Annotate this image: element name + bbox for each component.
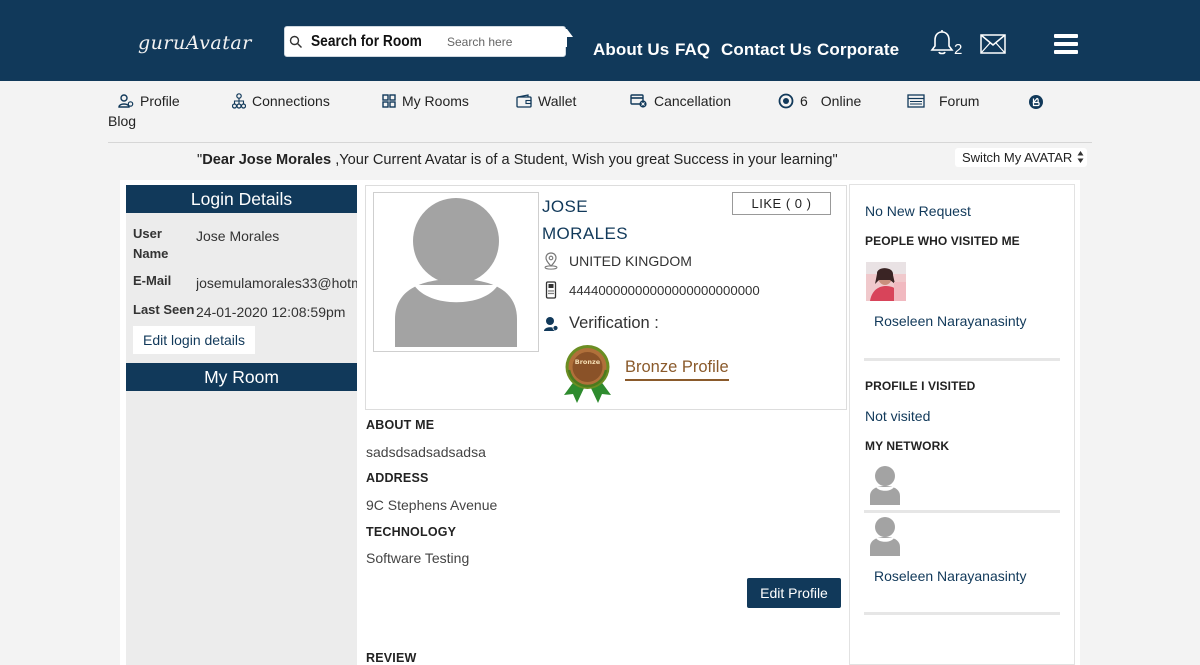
profile-icon	[118, 94, 134, 108]
medal-text: Bronze	[575, 358, 601, 366]
sub-navbar: Profile Connections My Rooms Wallet Canc…	[108, 81, 1092, 143]
right-column	[849, 184, 1075, 665]
country-value: UNITED KINGDOM	[569, 253, 692, 269]
greeting-name: Dear Jose Morales	[202, 152, 332, 168]
menu-icon[interactable]	[1054, 34, 1078, 54]
select-arrows-icon	[1077, 151, 1084, 163]
greeting-message: ,Your Current Avatar is of a Student, Wi…	[331, 152, 838, 168]
technology-value: Software Testing	[366, 550, 470, 566]
subnav-online-label: Online	[820, 93, 862, 109]
online-icon	[778, 93, 794, 109]
switch-avatar-label: Switch My AVATAR	[962, 150, 1073, 165]
review-heading: REVIEW	[366, 651, 417, 665]
nav-faq[interactable]: FAQ	[675, 40, 710, 60]
cancellation-icon	[630, 94, 647, 108]
user-name-label-line1: User	[133, 226, 162, 241]
visitor-avatar[interactable]	[866, 262, 906, 301]
people-visited-me-heading: PEOPLE WHO VISITED ME	[865, 234, 1020, 248]
subnav-connections[interactable]: Connections	[232, 93, 330, 109]
address-heading: ADDRESS	[366, 471, 429, 485]
rooms-icon	[382, 94, 396, 108]
phone-value: 44440000000000000000000000	[569, 282, 760, 298]
verification-row: Verification :	[544, 314, 659, 333]
switch-avatar-select[interactable]: Switch My AVATAR	[955, 148, 1087, 167]
subnav-cancellation-label: Cancellation	[654, 93, 732, 109]
subnav-wallet[interactable]: Wallet	[516, 93, 576, 109]
user-name-value: Jose Morales	[196, 228, 280, 244]
search-input[interactable]	[447, 31, 559, 53]
connections-icon	[232, 93, 246, 109]
profile-first-name: JOSE	[542, 197, 589, 216]
divider	[864, 358, 1060, 361]
mail-icon[interactable]	[980, 34, 1006, 54]
subnav-forum[interactable]: Forum	[907, 93, 979, 109]
technology-heading: TECHNOLOGY	[366, 525, 457, 539]
subnav-cancellation[interactable]: Cancellation	[630, 93, 731, 109]
subnav-my-rooms-label: My Rooms	[402, 93, 469, 109]
about-me-value: sadsdsadsadsadsa	[366, 444, 486, 460]
site-logo[interactable]: guruAvatar	[138, 32, 252, 54]
user-name-label: User Name	[133, 224, 168, 264]
room-search: Search for Room	[284, 26, 573, 57]
edit-login-details-button[interactable]: Edit login details	[133, 326, 255, 354]
visitor-name[interactable]: Roseleen Narayanasinty	[874, 313, 1027, 329]
network-avatar-icon[interactable]	[868, 465, 902, 505]
blog-icon[interactable]	[1028, 94, 1044, 110]
search-icon[interactable]	[289, 35, 303, 49]
email-value: josemulamorales33@hotmail.com	[196, 275, 357, 291]
not-visited-text: Not visited	[865, 408, 931, 424]
edit-profile-button[interactable]: Edit Profile	[747, 578, 841, 608]
address-value: 9C Stephens Avenue	[366, 497, 498, 513]
notification-count: 2	[954, 41, 963, 58]
email-label: E-Mail	[133, 273, 172, 288]
network-name[interactable]: Roseleen Narayanasinty	[874, 568, 1027, 584]
avatar	[373, 192, 539, 352]
subnav-profile[interactable]: Profile	[118, 93, 180, 109]
location-icon	[544, 252, 558, 270]
login-details-heading: Login Details	[126, 185, 357, 213]
last-seen-label: Last Seen	[133, 302, 195, 317]
avatar-greeting: "Dear Jose Morales ,Your Current Avatar …	[197, 152, 838, 168]
nav-about-us[interactable]: About Us	[593, 40, 669, 60]
about-me-heading: ABOUT ME	[366, 418, 435, 432]
online-count: 6	[800, 93, 808, 109]
bell-icon[interactable]	[930, 30, 954, 56]
default-avatar-icon	[395, 198, 517, 347]
nav-corporate[interactable]: Corporate	[817, 40, 899, 60]
last-seen-value: 24-01-2020 12:08:59pm	[196, 304, 346, 320]
forum-icon	[907, 94, 925, 108]
subnav-profile-label: Profile	[140, 93, 180, 109]
country-row: UNITED KINGDOM	[544, 252, 692, 270]
verification-icon	[544, 316, 558, 331]
like-button[interactable]: LIKE ( 0 )	[732, 192, 831, 215]
search-for-room-label: Search for Room	[311, 33, 422, 50]
subnav-blog[interactable]: Blog	[108, 113, 136, 129]
subnav-forum-label: Forum	[939, 93, 980, 109]
divider	[864, 612, 1060, 615]
profile-last-name: MORALES	[542, 224, 628, 243]
my-network-heading: MY NETWORK	[865, 439, 950, 453]
subnav-my-rooms[interactable]: My Rooms	[382, 93, 469, 109]
bronze-profile-link[interactable]: Bronze Profile	[625, 358, 729, 381]
bronze-medal-icon: Bronze	[564, 345, 611, 403]
nav-contact-us[interactable]: Contact Us	[721, 40, 812, 60]
subnav-online[interactable]: 6 Online	[778, 93, 861, 109]
phone-icon	[545, 281, 557, 299]
profile-i-visited-heading: PROFILE I VISITED	[865, 379, 976, 393]
phone-row: 44440000000000000000000000	[544, 281, 760, 299]
subnav-connections-label: Connections	[252, 93, 330, 109]
wallet-icon	[516, 94, 532, 108]
no-new-request-text: No New Request	[865, 203, 971, 219]
my-room-heading: My Room	[126, 363, 357, 391]
network-avatar-icon[interactable]	[868, 516, 902, 556]
subnav-wallet-label: Wallet	[538, 93, 577, 109]
divider	[864, 510, 1060, 513]
search-tab-icon	[563, 29, 573, 47]
verification-label: Verification :	[569, 314, 659, 332]
user-name-label-line2: Name	[133, 246, 169, 261]
